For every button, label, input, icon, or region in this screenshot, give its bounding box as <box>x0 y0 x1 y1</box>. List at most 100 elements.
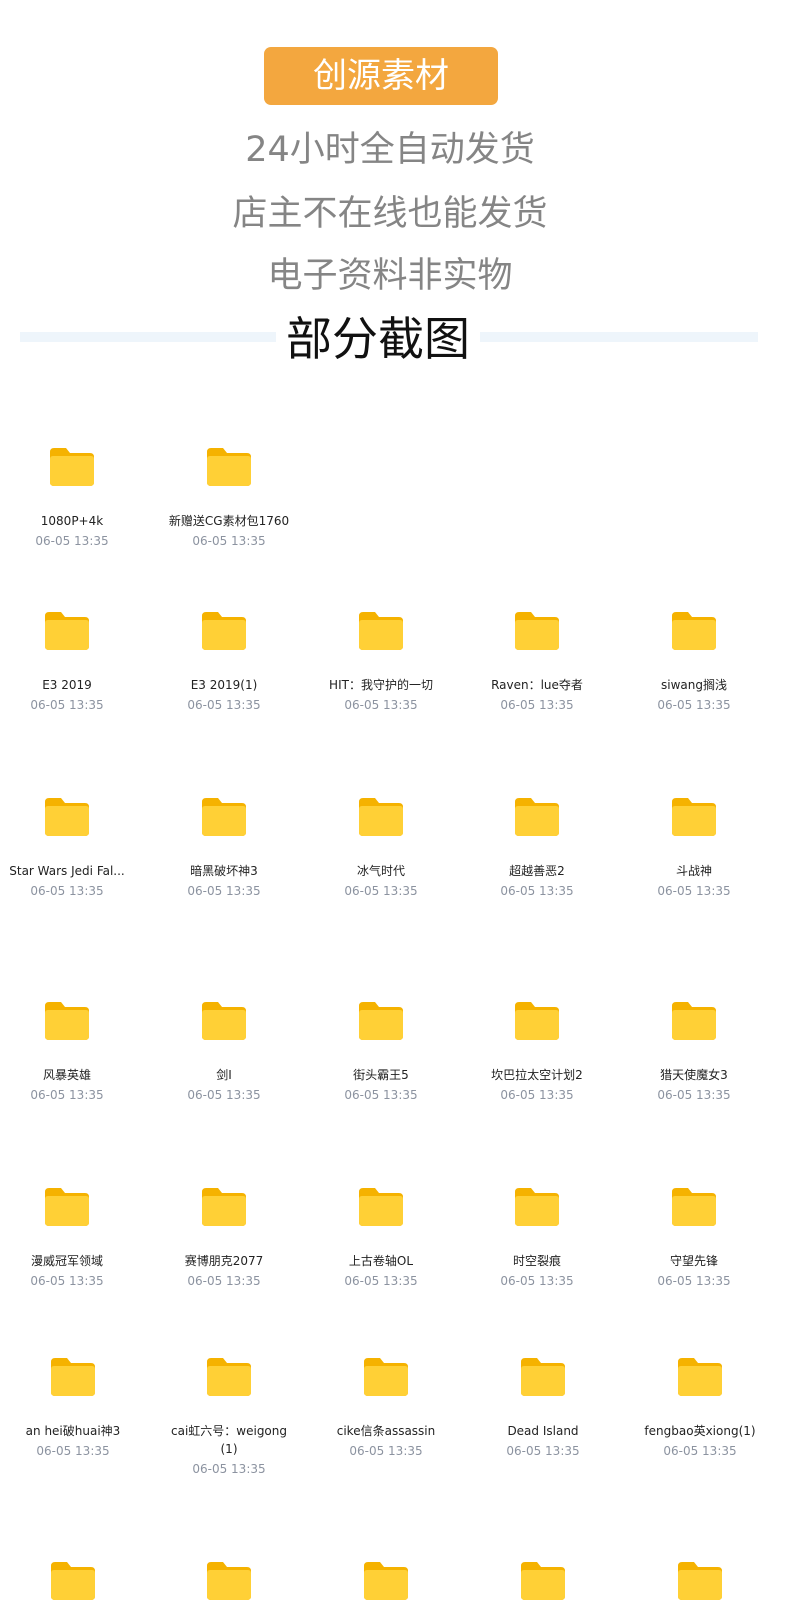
folder-name: 超越善恶2 <box>509 864 565 878</box>
folder-date: 06-05 13:35 <box>187 1274 261 1288</box>
folder-item[interactable]: 守望先锋 06-05 13:35 <box>630 1186 758 1290</box>
folder-icon <box>359 1002 403 1040</box>
folder-date: 06-05 13:35 <box>30 1088 104 1102</box>
folder-icon <box>50 448 94 486</box>
folder-icon <box>515 1188 559 1226</box>
folder-item[interactable]: 超越善恶2 06-05 13:35 <box>473 796 601 900</box>
folder-date: 06-05 13:35 <box>192 1462 266 1476</box>
folder-name: 风暴英雄 <box>42 1068 91 1082</box>
folder-item[interactable]: fengbao英xiong(1) 06-05 13:35 <box>636 1356 764 1460</box>
folder-date: 06-05 13:35 <box>187 884 261 898</box>
folder-icon <box>51 1358 95 1396</box>
folder-item[interactable]: 猎天使魔女3 06-05 13:35 <box>630 1000 758 1104</box>
folder-name: E3 2019(1) <box>190 678 258 692</box>
folder-name: 赛博朋克2077 <box>184 1254 264 1268</box>
folder-icon <box>515 1002 559 1040</box>
folder-date: 06-05 13:35 <box>500 1274 574 1288</box>
folder-date: 06-05 13:35 <box>30 698 104 712</box>
folder-date: 06-05 13:35 <box>35 534 109 548</box>
folder-date: 06-05 13:35 <box>500 884 574 898</box>
folder-name: Dead Island <box>507 1424 579 1438</box>
folder-item[interactable]: 新赠送CG素材包1760 06-05 13:35 <box>165 446 293 550</box>
folder-icon <box>364 1358 408 1396</box>
folder-name: HIT：我守护的一切 <box>329 678 433 692</box>
folder-item[interactable]: E3 2019 06-05 13:35 <box>3 610 131 714</box>
folder-item[interactable]: 冰气时代 06-05 13:35 <box>317 796 445 900</box>
folder-date: 06-05 13:35 <box>36 1444 110 1458</box>
folder-icon <box>364 1562 408 1600</box>
folder-icon <box>519 1560 567 1600</box>
folder-item[interactable]: 街头霸王5 06-05 13:35 <box>317 1000 445 1104</box>
folder-date: 06-05 13:35 <box>30 884 104 898</box>
folder-name: 剑I <box>216 1068 232 1082</box>
folder-item[interactable]: 时空裂痕 06-05 13:35 <box>473 1186 601 1290</box>
folder-icon <box>51 1562 95 1600</box>
folder-item[interactable]: 风暴英雄 06-05 13:35 <box>3 1000 131 1104</box>
folder-date: 06-05 13:35 <box>657 884 731 898</box>
folder-item[interactable]: 剑I 06-05 13:35 <box>160 1000 288 1104</box>
folder-icon <box>45 612 89 650</box>
folder-icon <box>207 1358 251 1396</box>
folder-item[interactable]: siwang搁浅 06-05 13:35 <box>630 610 758 714</box>
folder-item[interactable]: HIT：我守护的一切 06-05 13:35 <box>317 610 445 714</box>
folder-name: 新赠送CG素材包1760 <box>168 514 290 528</box>
folder-icon <box>672 1002 716 1040</box>
folder-name: 猎天使魔女3 <box>660 1068 728 1082</box>
folder-name: 暗黑破坏神3 <box>190 864 258 878</box>
folder-item[interactable]: 坎巴拉太空计划2 06-05 13:35 <box>473 1000 601 1104</box>
folder-icon <box>205 1560 253 1600</box>
folder-item[interactable]: 暗黑破坏神3 06-05 13:35 <box>160 796 288 900</box>
folder-date: 06-05 13:35 <box>657 1274 731 1288</box>
folder-date: 06-05 13:35 <box>500 698 574 712</box>
folder-icon <box>362 1560 410 1600</box>
folder-icon <box>676 1560 724 1600</box>
folder-name: 时空裂痕 <box>512 1254 561 1268</box>
folder-icon <box>207 1562 251 1600</box>
folder-item[interactable]: Raven：lue夺者 06-05 13:35 <box>473 610 601 714</box>
folder-name: Raven：lue夺者 <box>491 678 583 692</box>
folder-date: 06-05 13:35 <box>657 1088 731 1102</box>
folder-icon <box>202 1002 246 1040</box>
folder-icon <box>515 798 559 836</box>
folder-date: 06-05 13:35 <box>344 1274 418 1288</box>
folder-icon <box>521 1358 565 1396</box>
folder-item[interactable]: Star Wars Jedi Fal... 06-05 13:35 <box>3 796 131 900</box>
folder-date: 06-05 13:35 <box>30 1274 104 1288</box>
folder-icon <box>678 1562 722 1600</box>
folder-item[interactable]: 1080P+4k 06-05 13:35 <box>8 446 136 550</box>
folder-icon <box>515 612 559 650</box>
folder-name: siwang搁浅 <box>661 678 727 692</box>
folder-name: an hei破huai神3 <box>25 1424 121 1438</box>
folder-item[interactable]: E3 2019(1) 06-05 13:35 <box>160 610 288 714</box>
folder-item[interactable]: cai虹六号：weigong(1) 06-05 13:35 <box>165 1356 293 1478</box>
folder-icon <box>45 1002 89 1040</box>
folder-name: Star Wars Jedi Fal... <box>9 864 125 878</box>
folder-name: 1080P+4k <box>40 514 104 528</box>
folder-name: 冰气时代 <box>356 864 405 878</box>
folder-icon <box>202 1188 246 1226</box>
folder-icon <box>49 1560 97 1600</box>
folder-item[interactable]: 漫威冠军领域 06-05 13:35 <box>3 1186 131 1290</box>
folder-date: 06-05 13:35 <box>500 1088 574 1102</box>
folder-name: cike信条assassin <box>336 1424 436 1438</box>
folder-icon <box>202 612 246 650</box>
folder-item[interactable]: 赛博朋克2077 06-05 13:35 <box>160 1186 288 1290</box>
folder-name: 坎巴拉太空计划2 <box>491 1068 583 1082</box>
folder-name: 守望先锋 <box>669 1254 718 1268</box>
folder-date: 06-05 13:35 <box>657 698 731 712</box>
folder-date: 06-05 13:35 <box>663 1444 737 1458</box>
folder-name: fengbao英xiong(1) <box>644 1424 756 1438</box>
folder-icon <box>45 1188 89 1226</box>
folder-icon <box>45 798 89 836</box>
folder-icon <box>202 798 246 836</box>
folder-item[interactable]: Dead Island 06-05 13:35 <box>479 1356 607 1460</box>
folder-item[interactable]: an hei破huai神3 06-05 13:35 <box>9 1356 137 1460</box>
folder-item[interactable]: cike信条assassin 06-05 13:35 <box>322 1356 450 1460</box>
folder-name: 漫威冠军领域 <box>30 1254 103 1268</box>
folder-icon <box>521 1562 565 1600</box>
folder-item[interactable]: 上古卷轴OL 06-05 13:35 <box>317 1186 445 1290</box>
folder-icon <box>678 1358 722 1396</box>
folder-name: cai虹六号：weigong(1) <box>171 1424 287 1456</box>
folder-item[interactable]: 斗战神 06-05 13:35 <box>630 796 758 900</box>
folder-icon <box>672 798 716 836</box>
